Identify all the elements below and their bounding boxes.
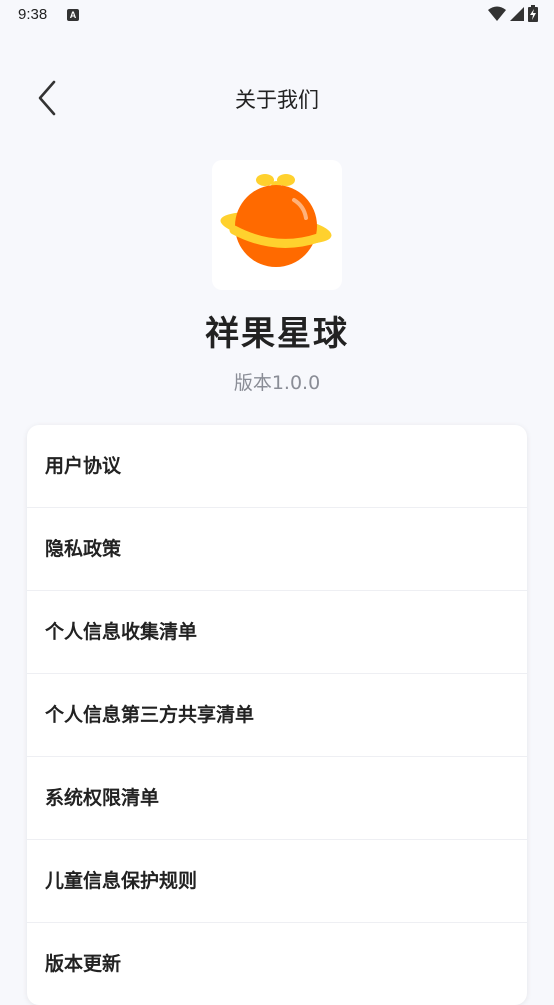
menu-item-label: 个人信息第三方共享清单 bbox=[45, 704, 255, 726]
menu-item-label: 儿童信息保护规则 bbox=[45, 870, 198, 892]
menu-item-label: 隐私政策 bbox=[45, 538, 122, 560]
status-time: 9:38 bbox=[18, 6, 48, 23]
menu-item-personal-info-collection[interactable]: 个人信息收集清单 bbox=[27, 591, 527, 674]
header: 关于我们 bbox=[0, 70, 554, 126]
page-title: 关于我们 bbox=[235, 88, 319, 112]
planet-logo-icon bbox=[220, 174, 332, 267]
menu-item-user-agreement[interactable]: 用户协议 bbox=[27, 425, 527, 508]
menu-item-label: 用户协议 bbox=[45, 455, 122, 477]
menu-item-label: 系统权限清单 bbox=[45, 787, 160, 809]
menu-card: 用户协议 隐私政策 个人信息收集清单 个人信息第三方共享清单 系统权限清单 儿童… bbox=[27, 425, 527, 1005]
menu-item-label: 版本更新 bbox=[45, 953, 122, 975]
signal-icon bbox=[510, 6, 524, 25]
app-version: 版本1.0.0 bbox=[233, 372, 321, 394]
status-bar: 9:38 A bbox=[0, 0, 554, 32]
menu-item-version-update[interactable]: 版本更新 bbox=[27, 923, 527, 1005]
menu-item-privacy-policy[interactable]: 隐私政策 bbox=[27, 508, 527, 591]
app-logo bbox=[212, 160, 342, 290]
menu-item-system-permissions[interactable]: 系统权限清单 bbox=[27, 757, 527, 840]
menu-item-children-protection[interactable]: 儿童信息保护规则 bbox=[27, 840, 527, 923]
app-name: 祥果星球 bbox=[205, 314, 349, 354]
menu-item-third-party-sharing[interactable]: 个人信息第三方共享清单 bbox=[27, 674, 527, 757]
wifi-icon bbox=[488, 6, 506, 25]
battery-charging-icon bbox=[528, 4, 538, 26]
notification-a-icon: A bbox=[67, 9, 79, 21]
menu-item-label: 个人信息收集清单 bbox=[45, 621, 198, 643]
status-icons bbox=[488, 4, 538, 26]
